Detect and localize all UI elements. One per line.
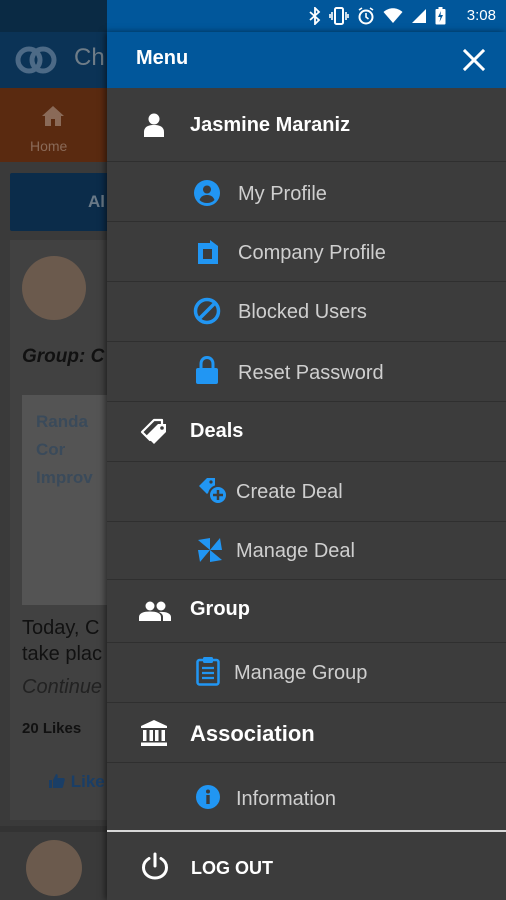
menu-item-label: Blocked Users bbox=[238, 301, 367, 323]
background-likes-count: 20 Likes bbox=[22, 720, 82, 737]
clipboard-icon bbox=[196, 657, 220, 686]
avatar bbox=[26, 840, 82, 896]
background-post-image-text: Randa Cor Improv bbox=[36, 412, 93, 487]
menu-item-blocked-users[interactable]: Blocked Users bbox=[107, 282, 506, 342]
avatar bbox=[22, 256, 86, 320]
background-app-title: Ch bbox=[74, 44, 105, 71]
status-bar: 3:08 bbox=[107, 0, 506, 32]
background-like-label: Like bbox=[70, 772, 105, 791]
battery-icon bbox=[435, 7, 446, 25]
menu-item-label: Company Profile bbox=[238, 242, 386, 264]
drawer-section-deals[interactable]: Deals bbox=[107, 402, 506, 462]
background-tab-label: Al bbox=[88, 192, 105, 211]
bluetooth-icon bbox=[309, 7, 321, 25]
home-icon bbox=[42, 106, 64, 126]
background-group-text: Group: C bbox=[22, 346, 105, 367]
drawer-title: Menu bbox=[136, 47, 189, 69]
status-icons bbox=[309, 6, 446, 26]
menu-item-create-deal[interactable]: Create Deal bbox=[107, 462, 506, 522]
background-nav-home-label: Home bbox=[30, 138, 68, 154]
user-name: Jasmine Maraniz bbox=[190, 114, 351, 136]
section-label: Group bbox=[190, 598, 250, 620]
tags-icon bbox=[140, 418, 166, 444]
drawer-section-association[interactable]: Association bbox=[107, 703, 506, 763]
close-icon[interactable] bbox=[458, 44, 490, 76]
info-icon bbox=[196, 785, 220, 809]
menu-item-manage-group[interactable]: Manage Group bbox=[107, 643, 506, 703]
vibrate-icon bbox=[329, 7, 349, 25]
app-logo-icon bbox=[15, 46, 57, 74]
company-icon bbox=[198, 240, 218, 264]
background-post-body: Today, C take plac bbox=[22, 617, 103, 665]
group-icon bbox=[139, 601, 171, 621]
navigation-drawer: Menu Jasmine Maraniz My Profile Company … bbox=[107, 32, 506, 900]
logout-label: LOG OUT bbox=[191, 858, 273, 878]
institution-icon bbox=[141, 720, 167, 746]
thumbs-up-icon bbox=[49, 774, 65, 788]
menu-item-label: Reset Password bbox=[238, 362, 384, 384]
drawer-header: Menu bbox=[107, 32, 506, 88]
drawer-user-header[interactable]: Jasmine Maraniz bbox=[107, 88, 506, 162]
menu-item-label: My Profile bbox=[238, 183, 327, 205]
menu-item-label: Manage Deal bbox=[236, 540, 355, 562]
block-icon bbox=[193, 297, 221, 325]
menu-item-information[interactable]: Information bbox=[107, 763, 506, 829]
signal-icon bbox=[412, 9, 426, 23]
manage-deal-icon bbox=[198, 538, 222, 562]
status-time: 3:08 bbox=[466, 7, 496, 24]
power-icon bbox=[141, 852, 169, 880]
menu-item-label: Create Deal bbox=[236, 481, 343, 503]
menu-item-label: Manage Group bbox=[234, 662, 368, 684]
menu-item-label: Information bbox=[236, 788, 337, 810]
menu-item-manage-deal[interactable]: Manage Deal bbox=[107, 522, 506, 580]
lock-icon bbox=[196, 355, 218, 384]
logout-button[interactable]: LOG OUT bbox=[107, 832, 506, 900]
section-label: Association bbox=[190, 721, 315, 746]
create-deal-icon bbox=[199, 478, 228, 505]
wifi-icon bbox=[383, 8, 403, 23]
section-label: Deals bbox=[190, 420, 244, 442]
alarm-icon bbox=[358, 7, 374, 25]
background-continue-link: Continue bbox=[22, 676, 103, 698]
background-like-button: Like bbox=[48, 772, 105, 792]
account-circle-icon bbox=[194, 180, 220, 206]
menu-item-my-profile[interactable]: My Profile bbox=[107, 162, 506, 222]
user-icon bbox=[144, 113, 164, 137]
drawer-section-group[interactable]: Group bbox=[107, 580, 506, 643]
menu-item-company-profile[interactable]: Company Profile bbox=[107, 222, 506, 282]
menu-item-reset-password[interactable]: Reset Password bbox=[107, 342, 506, 402]
